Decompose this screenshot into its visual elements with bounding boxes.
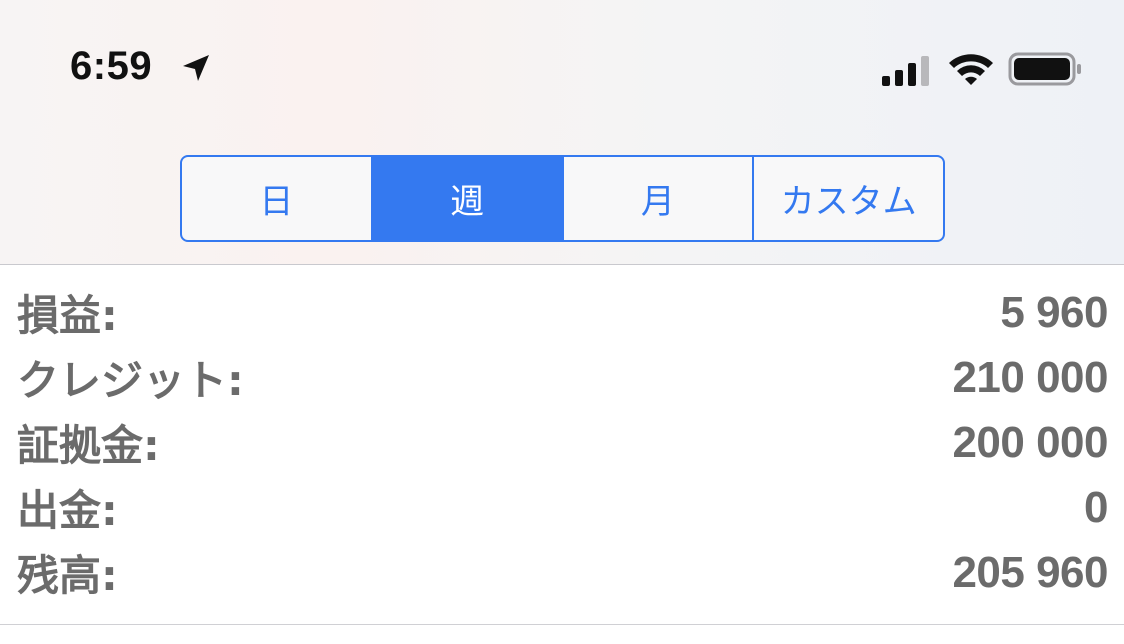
summary-list: 損益: 5 960 クレジット: 210 000 証拠金: 200 000 出金… bbox=[0, 280, 1124, 605]
balance-value: 205 960 bbox=[952, 547, 1108, 597]
profit-label: 損益: bbox=[17, 291, 118, 340]
margin-label: 証拠金: bbox=[17, 421, 160, 470]
location-arrow-icon bbox=[183, 55, 209, 81]
screen: 6:59 日 週 月 カスタム 損益: 5 960 クレジット: 210 000… bbox=[0, 0, 1124, 644]
summary-row-profit: 損益: 5 960 bbox=[0, 280, 1124, 345]
segment-month[interactable]: 月 bbox=[561, 157, 753, 240]
balance-label: 残高: bbox=[17, 551, 118, 600]
withdrawal-label: 出金: bbox=[17, 486, 118, 535]
divider bbox=[0, 624, 1124, 625]
segment-week[interactable]: 週 bbox=[370, 157, 562, 240]
credit-label: クレジット: bbox=[17, 356, 244, 405]
header-area: 6:59 日 週 月 カスタム bbox=[0, 0, 1124, 265]
withdrawal-value: 0 bbox=[1084, 482, 1108, 532]
status-time: 6:59 bbox=[70, 44, 153, 88]
period-segmented-control: 日 週 月 カスタム bbox=[180, 155, 945, 242]
profit-value: 5 960 bbox=[1000, 287, 1108, 337]
summary-row-credit: クレジット: 210 000 bbox=[0, 345, 1124, 410]
credit-value: 210 000 bbox=[952, 352, 1108, 402]
segment-custom[interactable]: カスタム bbox=[752, 157, 943, 240]
summary-row-margin: 証拠金: 200 000 bbox=[0, 410, 1124, 475]
cellular-signal-icon bbox=[882, 56, 929, 86]
wifi-icon bbox=[949, 54, 993, 85]
segment-day[interactable]: 日 bbox=[182, 157, 371, 240]
summary-row-balance: 残高: 205 960 bbox=[0, 540, 1124, 605]
summary-row-withdrawal: 出金: 0 bbox=[0, 475, 1124, 540]
battery-icon bbox=[1008, 52, 1081, 86]
margin-value: 200 000 bbox=[952, 417, 1108, 467]
